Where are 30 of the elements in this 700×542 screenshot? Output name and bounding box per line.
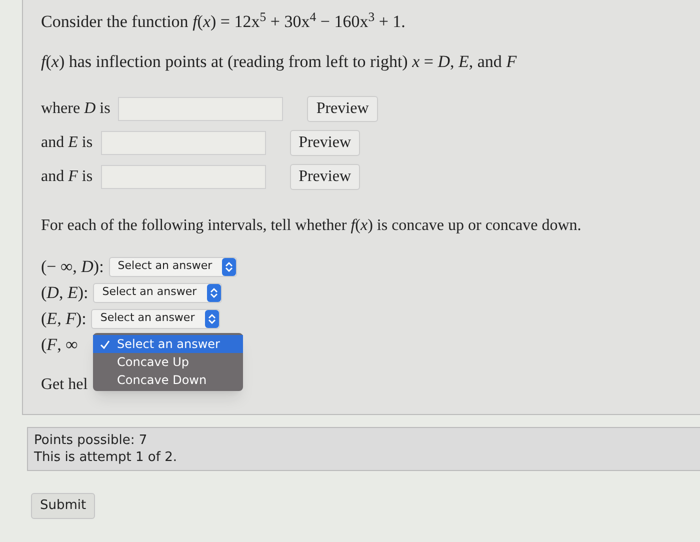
answer-select[interactable]: Select an answer <box>108 256 238 276</box>
attempt-text: This is attempt 1 of 2. <box>34 449 178 466</box>
question-text: f(x) has inflection points at (reading from left to right) x = D, E, and F <box>41 52 517 71</box>
help-text: Get hel <box>41 376 88 393</box>
answer-select[interactable]: Select an answer <box>91 308 220 328</box>
interval-label: (− ∞, D): <box>41 256 104 278</box>
menu-option[interactable]: Concave Down <box>93 371 243 389</box>
chevron-icon <box>222 258 236 276</box>
chevron-icon <box>206 284 221 302</box>
interval-label: (F, ∞ <box>41 334 78 356</box>
answer-field[interactable] <box>100 165 266 189</box>
check-icon <box>100 340 110 350</box>
interval-label: (D, E): <box>41 282 88 304</box>
answer-field[interactable] <box>118 97 284 121</box>
preview-button[interactable]: Preview <box>290 130 360 156</box>
answer-field[interactable] <box>100 131 266 155</box>
points-text: Points possible: 7 <box>34 432 148 449</box>
answer-label: where D is <box>41 100 110 117</box>
chevron-icon <box>204 310 219 328</box>
interval-label: (E, F): <box>41 308 86 330</box>
submit-button[interactable]: Submit <box>31 493 96 519</box>
answer-label: and F is <box>41 168 93 185</box>
answer-label: and E is <box>41 134 93 151</box>
menu-option[interactable]: Select an answer <box>93 335 243 353</box>
preview-button[interactable]: Preview <box>307 96 378 122</box>
question-text: Consider the function f(x) = 12x$^{5}$ + 30x$^{4}$ − 160x$^{3}$ + 1. <box>41 12 406 31</box>
preview-button[interactable]: Preview <box>290 164 360 190</box>
answer-select[interactable]: Select an answer <box>93 282 222 302</box>
instruction-text: For each of the following intervals, tell whether f(x) is concave up or concave down. <box>41 217 582 234</box>
menu-option[interactable]: Concave Up <box>93 353 243 371</box>
